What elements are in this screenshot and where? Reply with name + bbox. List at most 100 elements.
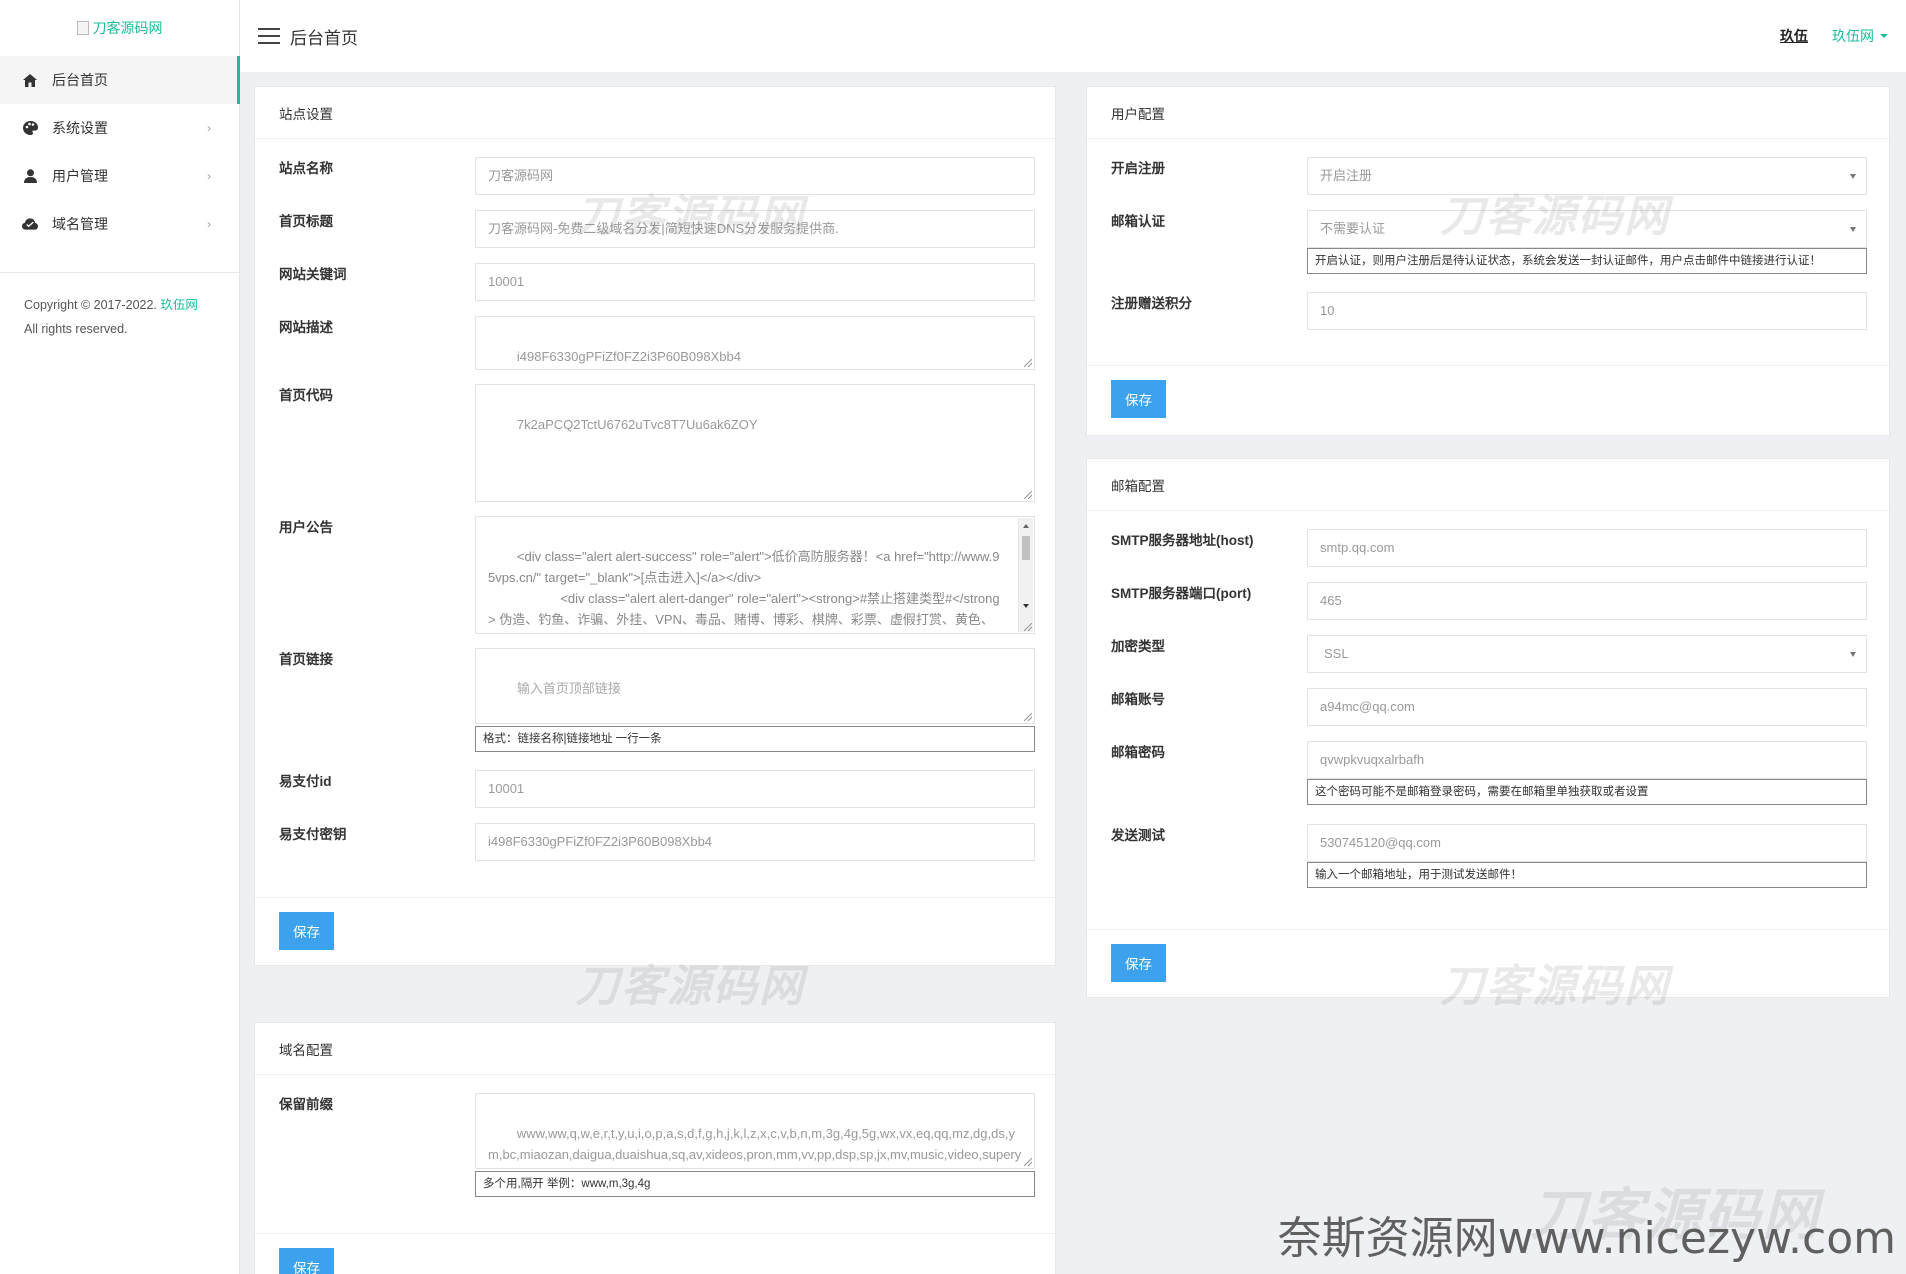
mail-password-input[interactable]: qvwpkvuqxalrbafh: [1307, 741, 1867, 779]
resize-grip-icon[interactable]: [1024, 491, 1032, 499]
send-test-input[interactable]: 530745120@qq.com: [1307, 824, 1867, 862]
reserved-prefix-textarea[interactable]: www,ww,q,w,e,r,t,y,u,i,o,p,a,s,d,f,g,h,j…: [475, 1093, 1035, 1169]
smtp-port-input[interactable]: 465: [1307, 582, 1867, 620]
home-links-label: 首页链接: [279, 652, 333, 667]
user-icon: [22, 168, 38, 184]
email-verify-value: 不需要认证: [1320, 221, 1386, 236]
home-code-textarea[interactable]: 7k2aPCQ2TctU6762uTvc8T7Uu6ak6ZOY: [475, 384, 1035, 502]
description-textarea[interactable]: i498F6330gPFiZf0FZ2i3P60B098Xbb4: [475, 316, 1035, 370]
resize-grip-icon[interactable]: [1024, 1158, 1032, 1166]
copyright-link[interactable]: 玖伍网: [160, 298, 198, 312]
panel-heading: 用户配置: [1087, 87, 1889, 139]
email-verify-help: 开启认证，则用户注册后是待认证状态，系统会发送一封认证邮件，用户点击邮件中链接进…: [1307, 248, 1867, 274]
open-register-label: 开启注册: [1111, 161, 1165, 176]
sidebar-item-label: 域名管理: [52, 216, 108, 232]
dropdown-arrow-icon: [1850, 227, 1856, 232]
home-code-value: 7k2aPCQ2TctU6762uTvc8T7Uu6ak6ZOY: [516, 417, 758, 432]
open-register-value: 开启注册: [1320, 168, 1373, 183]
logo-image[interactable]: 刀客源码网: [76, 18, 163, 38]
register-points-input[interactable]: 10: [1307, 292, 1867, 330]
epay-key-input[interactable]: i498F6330gPFiZf0FZ2i3P60B098Xbb4: [475, 823, 1035, 861]
sidebar-item-dashboard[interactable]: 后台首页: [0, 56, 240, 104]
site-settings-panel: 站点设置 站点名称 刀客源码网 首页标题 刀客源码网-免费二级域名分发|简短快速…: [254, 86, 1056, 966]
dropdown-arrow-icon: [1850, 652, 1856, 657]
top-header: 后台首页 玖伍 玖伍网: [240, 0, 1906, 72]
epay-id-label: 易支付id: [279, 774, 332, 789]
menu-toggle-icon[interactable]: [258, 28, 280, 44]
encryption-label: 加密类型: [1111, 639, 1165, 654]
resize-grip-icon[interactable]: [1024, 623, 1032, 631]
register-points-label: 注册赠送积分: [1111, 296, 1192, 311]
broken-image-icon: [76, 21, 89, 35]
scroll-up-icon[interactable]: [1023, 524, 1029, 528]
mail-password-label: 邮箱密码: [1111, 745, 1165, 760]
smtp-host-input[interactable]: smtp.qq.com: [1307, 529, 1867, 567]
mail-config-save-button[interactable]: 保存: [1111, 944, 1166, 982]
resize-grip-icon[interactable]: [1024, 713, 1032, 721]
mail-account-label: 邮箱账号: [1111, 692, 1165, 707]
copyright-prefix: Copyright © 2017-2022.: [24, 298, 157, 312]
logo[interactable]: 刀客源码网: [0, 0, 239, 56]
email-verify-label: 邮箱认证: [1111, 214, 1165, 229]
email-verify-select[interactable]: 不需要认证: [1307, 210, 1867, 248]
caret-down-icon: [1880, 34, 1888, 38]
site-watermark: 奈斯资源网www.nicezyw.com: [1277, 1213, 1896, 1264]
scrollbar-thumb[interactable]: [1022, 536, 1030, 560]
keywords-input[interactable]: 10001: [475, 263, 1035, 301]
copyright-suffix: All rights reserved.: [24, 322, 128, 336]
home-code-label: 首页代码: [279, 388, 333, 403]
site-name-input[interactable]: 刀客源码网: [475, 157, 1035, 195]
sidebar: 刀客源码网 后台首页 系统设置 › 用户管理 › 域名管理 › Copyrigh…: [0, 0, 240, 1274]
reserved-prefix-help: 多个用,隔开 举例：www,m,3g,4g: [475, 1171, 1035, 1197]
encryption-select[interactable]: SSL: [1307, 635, 1867, 673]
mail-account-input[interactable]: a94mc@qq.com: [1307, 688, 1867, 726]
page-title: 后台首页: [290, 28, 358, 48]
notice-scrollbar[interactable]: [1018, 518, 1033, 632]
site-settings-save-button[interactable]: 保存: [279, 912, 334, 950]
home-title-label: 首页标题: [279, 214, 333, 229]
send-test-help: 输入一个邮箱地址，用于测试发送邮件！: [1307, 862, 1867, 888]
home-links-help: 格式：链接名称|链接地址 一行一条: [475, 726, 1035, 752]
reserved-prefix-label: 保留前缀: [279, 1097, 333, 1112]
sidebar-item-system-settings[interactable]: 系统设置 ›: [0, 104, 239, 152]
mail-config-panel: 邮箱配置 SMTP服务器地址(host) smtp.qq.com SMTP服务器…: [1086, 458, 1890, 998]
smtp-host-label: SMTP服务器地址(host): [1111, 533, 1254, 548]
smtp-port-label: SMTP服务器端口(port): [1111, 586, 1252, 601]
notice-textarea[interactable]: <div class="alert alert-success" role="a…: [475, 516, 1035, 634]
home-links-textarea[interactable]: 输入首页顶部链接: [475, 648, 1035, 724]
logo-alt-text: 刀客源码网: [92, 20, 163, 36]
panel-heading: 邮箱配置: [1087, 459, 1889, 511]
epay-id-input[interactable]: 10001: [475, 770, 1035, 808]
home-title-input[interactable]: 刀客源码网-免费二级域名分发|简短快速DNS分发服务提供商.: [475, 210, 1035, 248]
sidebar-divider: [0, 272, 239, 273]
sidebar-item-user-management[interactable]: 用户管理 ›: [0, 152, 239, 200]
chevron-right-icon: ›: [207, 121, 211, 135]
chevron-right-icon: ›: [207, 169, 211, 183]
description-label: 网站描述: [279, 320, 333, 335]
sidebar-item-domain-management[interactable]: 域名管理 ›: [0, 200, 239, 248]
home-icon: [22, 72, 38, 88]
panel-heading: 域名配置: [255, 1023, 1055, 1075]
dropdown-arrow-icon: [1850, 174, 1856, 179]
resize-grip-icon[interactable]: [1024, 359, 1032, 367]
reserved-prefix-value: www,ww,q,w,e,r,t,y,u,i,o,p,a,s,d,f,g,h,j…: [488, 1126, 1022, 1162]
brand-watermark: 刀客源码网: [1530, 1183, 1820, 1248]
user-name[interactable]: 玖伍: [1780, 26, 1808, 46]
send-test-label: 发送测试: [1111, 828, 1165, 843]
user-config-panel: 用户配置 开启注册 开启注册 邮箱认证 不需要认证 开启认证，则用户注册后是待认…: [1086, 86, 1890, 436]
user-config-save-button[interactable]: 保存: [1111, 380, 1166, 418]
description-value: i498F6330gPFiZf0FZ2i3P60B098Xbb4: [516, 349, 741, 364]
domain-config-save-button[interactable]: 保存: [279, 1248, 334, 1274]
sidebar-item-label: 系统设置: [52, 120, 108, 136]
cloud-icon: [22, 216, 38, 232]
open-register-select[interactable]: 开启注册: [1307, 157, 1867, 195]
domain-config-panel: 域名配置 保留前缀 www,ww,q,w,e,r,t,y,u,i,o,p,a,s…: [254, 1022, 1056, 1274]
user-menu-dropdown[interactable]: 玖伍网: [1832, 26, 1888, 46]
notice-label: 用户公告: [279, 520, 333, 535]
copyright: Copyright © 2017-2022. 玖伍网 All rights re…: [0, 293, 239, 341]
palette-icon: [22, 120, 38, 136]
scroll-down-icon[interactable]: [1023, 604, 1029, 608]
sidebar-item-label: 后台首页: [52, 72, 108, 88]
mail-password-help: 这个密码可能不是邮箱登录密码，需要在邮箱里单独获取或者设置: [1307, 779, 1867, 805]
home-links-placeholder: 输入首页顶部链接: [516, 681, 621, 696]
